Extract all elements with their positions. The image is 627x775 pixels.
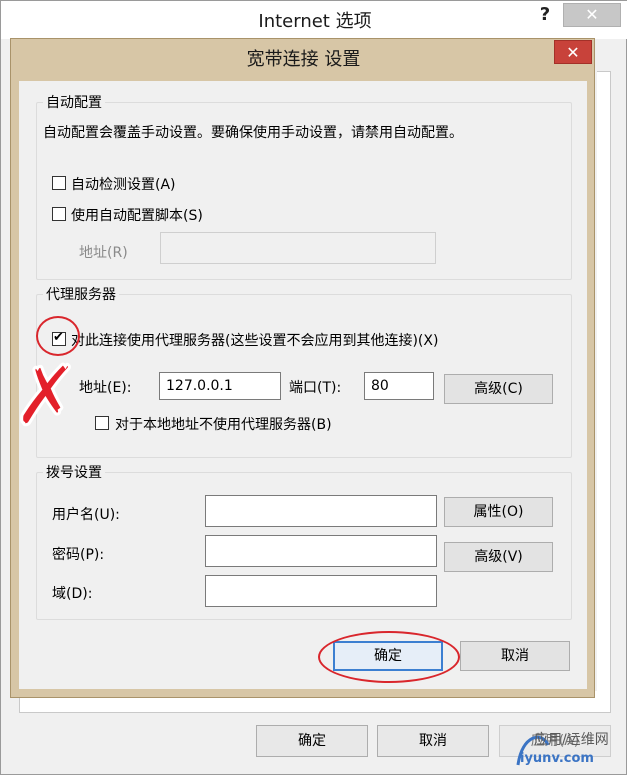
outer-cancel-button[interactable]: 取消 xyxy=(377,725,489,757)
dialog-title: 宽带连接 设置 xyxy=(246,49,361,70)
auto-detect-checkbox[interactable] xyxy=(52,176,66,190)
domain-label: 域(D): xyxy=(52,586,93,602)
proxy-address-field[interactable]: 127.0.0.1 xyxy=(159,372,281,400)
dialog-close-button[interactable]: ✕ xyxy=(554,40,592,64)
proxy-address-label: 地址(E): xyxy=(79,380,132,396)
domain-field[interactable] xyxy=(205,575,437,607)
dialog-body: 自动配置 自动配置会覆盖手动设置。要确保使用手动设置，请禁用自动配置。 自动检测… xyxy=(19,81,587,689)
auto-detect-label[interactable]: 自动检测设置(A) xyxy=(71,174,176,194)
properties-button[interactable]: 属性(O) xyxy=(444,497,553,527)
proxy-legend: 代理服务器 xyxy=(43,284,119,304)
watermark-logo: 应用/运维网 iyunv.com xyxy=(512,725,622,770)
proxy-port-label: 端口(T): xyxy=(289,380,342,396)
password-label: 密码(P): xyxy=(52,547,105,563)
auto-config-legend: 自动配置 xyxy=(43,92,105,112)
ok-button-highlight-circle xyxy=(318,631,460,683)
watermark-top-text: 应用/运维网 xyxy=(534,732,609,748)
script-address-label: 地址(R) xyxy=(79,245,128,261)
help-button[interactable]: ? xyxy=(531,3,559,27)
auto-script-label[interactable]: 使用自动配置脚本(S) xyxy=(71,205,203,225)
proxy-advanced-button[interactable]: 高级(C) xyxy=(444,374,553,404)
outer-title-bar: Internet 选项 ? ✕ xyxy=(1,1,627,39)
username-label: 用户名(U): xyxy=(52,507,120,523)
outer-content-panel-edge xyxy=(597,71,611,711)
auto-config-description: 自动配置会覆盖手动设置。要确保使用手动设置，请禁用自动配置。 xyxy=(43,125,463,141)
username-field[interactable] xyxy=(205,495,437,527)
dialup-advanced-button[interactable]: 高级(V) xyxy=(444,542,553,572)
script-address-field[interactable] xyxy=(160,232,436,264)
bypass-local-checkbox[interactable] xyxy=(95,416,109,430)
password-field[interactable] xyxy=(205,535,437,567)
auto-script-checkbox[interactable] xyxy=(52,207,66,221)
outer-ok-button[interactable]: 确定 xyxy=(256,725,368,757)
watermark-bottom-text: iyunv.com xyxy=(520,751,594,766)
broadband-settings-dialog: 宽带连接 设置 ✕ 自动配置 自动配置会覆盖手动设置。要确保使用手动设置，请禁用… xyxy=(10,38,595,698)
bypass-local-label[interactable]: 对于本地地址不使用代理服务器(B) xyxy=(115,414,332,434)
outer-window-title: Internet 选项 xyxy=(258,11,372,32)
dialup-legend: 拨号设置 xyxy=(43,462,105,482)
proxy-port-field[interactable]: 80 xyxy=(364,372,434,400)
dialog-cancel-button[interactable]: 取消 xyxy=(460,641,570,671)
red-x-mark-icon: ✗ xyxy=(11,349,83,444)
outer-close-button[interactable]: ✕ xyxy=(563,3,621,27)
use-proxy-label[interactable]: 对此连接使用代理服务器(这些设置不会应用到其他连接)(X) xyxy=(71,330,438,350)
